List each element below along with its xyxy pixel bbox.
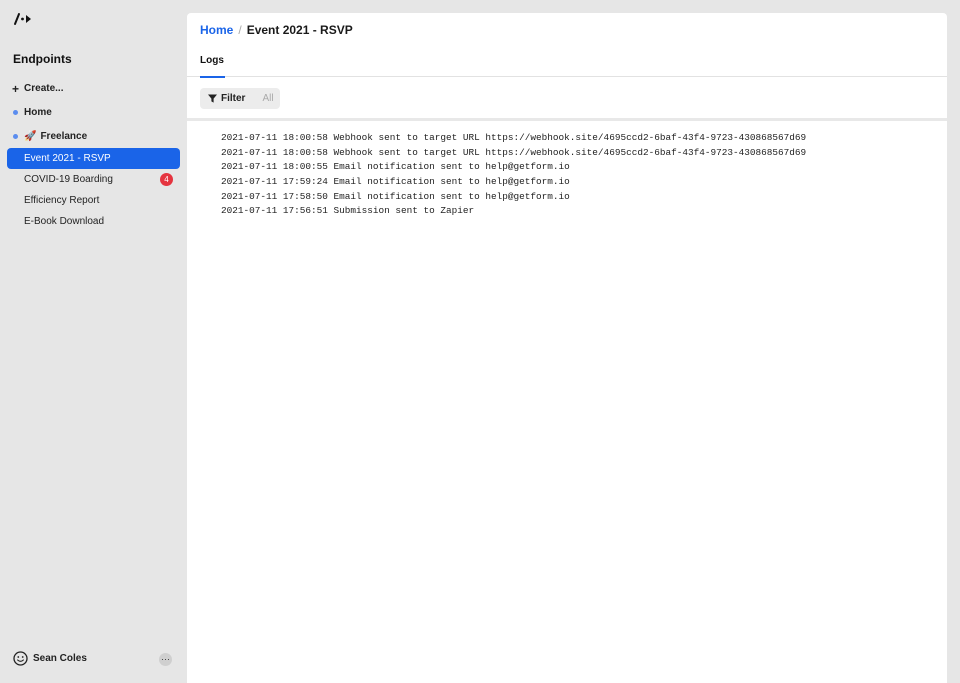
log-list: 2021-07-11 18:00:58 Webhook sent to targ… (221, 131, 806, 219)
create-label: Create... (24, 83, 64, 94)
notification-badge: 4 (160, 173, 173, 186)
sidebar: Endpoints + Create... Home 🚀 Freelance E… (0, 0, 187, 683)
filter-funnel-icon (208, 94, 217, 103)
breadcrumb-separator: / (238, 23, 242, 37)
log-entry: 2021-07-11 18:00:55 Email notification s… (221, 161, 570, 173)
filter-value: All (262, 93, 274, 104)
tab-logs[interactable]: Logs (200, 55, 225, 78)
filter-label: Filter (221, 93, 246, 104)
freelance-dot-icon (13, 134, 18, 139)
log-entry: 2021-07-11 17:58:50 Email notification s… (221, 190, 570, 202)
sidebar-item-label: Freelance (40, 131, 88, 142)
sidebar-item-home[interactable]: Home (7, 102, 180, 123)
sidebar-title: Endpoints (13, 52, 72, 66)
breadcrumb-current: Event 2021 - RSVP (246, 23, 353, 37)
breadcrumb: Home / Event 2021 - RSVP (200, 23, 353, 37)
sidebar-item-label: Efficiency Report (24, 195, 100, 206)
main-panel: Home / Event 2021 - RSVP Logs Filter All… (187, 13, 947, 683)
log-entry: 2021-07-11 18:00:58 Webhook sent to targ… (221, 146, 807, 158)
sidebar-item-label: Event 2021 - RSVP (24, 153, 111, 164)
sidebar-item-covid-19-boarding[interactable]: COVID-19 Boarding 4 (7, 169, 180, 190)
rocket-icon: 🚀 (24, 131, 37, 142)
log-entry: 2021-07-11 17:56:51 Submission sent to Z… (221, 205, 475, 217)
sidebar-item-e-book-download[interactable]: E-Book Download (7, 211, 180, 232)
filter-button[interactable]: Filter All (200, 88, 280, 109)
smiley-face-icon (13, 651, 28, 666)
user-profile[interactable]: Sean Coles (13, 651, 87, 666)
more-options-button[interactable]: ··· (159, 653, 172, 666)
sidebar-item-event-2021-rsvp[interactable]: Event 2021 - RSVP (7, 148, 180, 169)
sidebar-item-efficiency-report[interactable]: Efficiency Report (7, 190, 180, 211)
create-endpoint-button[interactable]: + Create... (7, 78, 180, 99)
app-logo-icon[interactable] (13, 12, 33, 26)
sidebar-item-freelance[interactable]: 🚀 Freelance (7, 126, 180, 147)
plus-icon: + (12, 81, 20, 96)
sidebar-item-label: Home (24, 107, 52, 118)
home-dot-icon (13, 110, 18, 115)
breadcrumb-home-link[interactable]: Home (200, 23, 233, 37)
sidebar-item-label: E-Book Download (24, 216, 105, 227)
log-entry: 2021-07-11 17:59:24 Email notification s… (221, 176, 570, 188)
filter-bar: Filter All (187, 77, 947, 121)
user-name: Sean Coles (33, 653, 87, 664)
sidebar-item-label: COVID-19 Boarding (24, 174, 113, 185)
header-area: Home / Event 2021 - RSVP Logs (187, 13, 947, 78)
log-entry: 2021-07-11 18:00:58 Webhook sent to targ… (221, 132, 807, 143)
